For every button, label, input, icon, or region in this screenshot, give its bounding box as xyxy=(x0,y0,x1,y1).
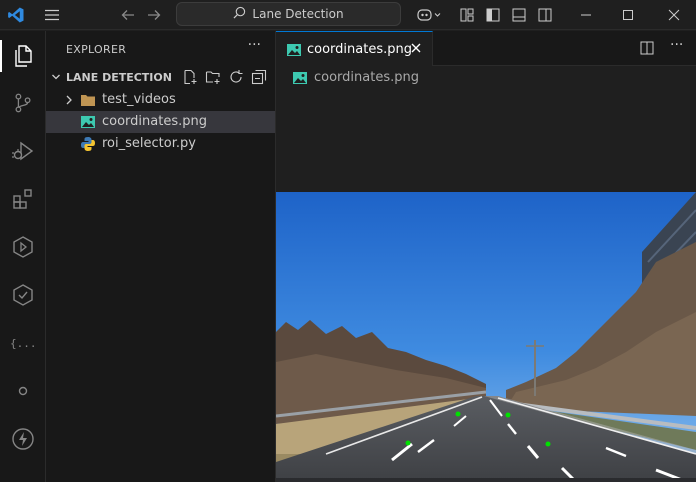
tree-item-label: roi_selector.py xyxy=(102,136,196,151)
image-file-icon xyxy=(80,115,96,133)
folder-icon xyxy=(80,93,96,111)
explorer-sidebar: EXPLORER ··· LANE DETECTION test_videos … xyxy=(46,31,276,482)
new-file-icon[interactable] xyxy=(182,69,198,89)
command-center-search[interactable]: Lane Detection xyxy=(176,2,401,26)
python-file-icon xyxy=(80,136,96,156)
image-file-icon xyxy=(292,71,308,89)
tab-label: coordinates.png xyxy=(307,42,412,57)
tree-item-roi-selector-py[interactable]: roi_selector.py xyxy=(46,133,275,155)
tab-coordinates-png[interactable]: coordinates.png xyxy=(276,31,433,66)
new-folder-icon[interactable] xyxy=(205,69,221,89)
tree-item-label: test_videos xyxy=(102,92,176,107)
collapse-all-icon[interactable] xyxy=(251,69,267,89)
tree-item-test-videos[interactable]: test_videos xyxy=(46,89,275,111)
editor-more-button[interactable]: ··· xyxy=(670,37,683,53)
roi-point xyxy=(545,441,551,447)
explorer-title: EXPLORER xyxy=(66,43,127,56)
toggle-panel-icon[interactable] xyxy=(510,0,528,30)
explorer-icon[interactable] xyxy=(0,34,46,78)
json-icon[interactable]: {...} xyxy=(0,321,46,365)
copilot-icon[interactable] xyxy=(414,0,444,30)
thunder-icon[interactable] xyxy=(0,417,46,461)
roi-point xyxy=(405,440,411,446)
tree-item-label: coordinates.png xyxy=(102,114,207,129)
close-tab-icon[interactable] xyxy=(410,42,422,58)
toggle-sidebar-icon[interactable] xyxy=(484,0,502,30)
editor-tab-bar: coordinates.png ··· xyxy=(276,31,696,66)
search-text: Lane Detection xyxy=(252,7,344,21)
image-preview xyxy=(276,192,696,482)
svg-text:{...}: {...} xyxy=(10,337,36,350)
chevron-right-icon xyxy=(64,94,74,110)
split-editor-icon[interactable] xyxy=(640,41,654,59)
chevron-down-icon xyxy=(50,71,62,87)
vscode-logo-icon xyxy=(6,0,26,30)
layout-icon[interactable] xyxy=(458,0,476,30)
extensions-icon[interactable] xyxy=(0,177,46,221)
source-control-icon[interactable] xyxy=(0,81,46,125)
tree-item-coordinates-png[interactable]: coordinates.png xyxy=(46,111,275,133)
copilot-chat-icon[interactable] xyxy=(0,369,46,413)
title-bar: Lane Detection xyxy=(0,0,696,30)
activity-bar: {...} xyxy=(0,31,46,482)
run-debug-icon[interactable] xyxy=(0,129,46,173)
testing-icon[interactable] xyxy=(0,273,46,317)
roi-point xyxy=(455,411,461,417)
toggle-secondary-sidebar-icon[interactable] xyxy=(536,0,554,30)
search-icon xyxy=(233,6,246,22)
roi-point xyxy=(505,412,511,418)
remote-explorer-icon[interactable] xyxy=(0,225,46,269)
image-file-icon xyxy=(286,43,302,61)
section-actions xyxy=(182,69,267,89)
explorer-more-button[interactable]: ··· xyxy=(248,37,261,53)
workspace-section-header[interactable]: LANE DETECTION xyxy=(46,67,275,89)
workspace-name: LANE DETECTION xyxy=(66,71,172,84)
minimize-icon[interactable] xyxy=(576,0,596,30)
refresh-icon[interactable] xyxy=(228,69,244,89)
breadcrumb-item[interactable]: coordinates.png xyxy=(314,70,419,85)
close-icon[interactable] xyxy=(664,0,684,30)
forward-arrow-icon[interactable] xyxy=(144,0,164,30)
back-arrow-icon[interactable] xyxy=(118,0,138,30)
menu-icon[interactable] xyxy=(42,0,62,30)
maximize-icon[interactable] xyxy=(618,0,638,30)
breadcrumb: coordinates.png xyxy=(276,66,696,90)
road-photo xyxy=(276,192,696,482)
